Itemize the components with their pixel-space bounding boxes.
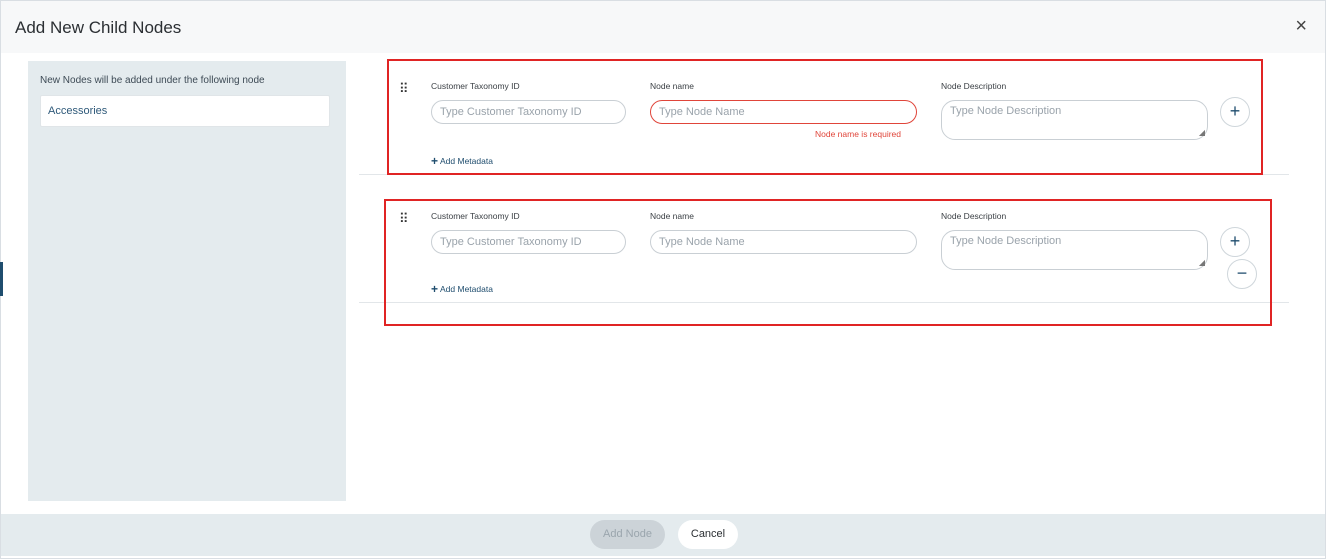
- row-2-highlight: [384, 199, 1272, 326]
- add-node-button[interactable]: Add Node: [590, 520, 665, 549]
- dialog-header: Add New Child Nodes ×: [1, 1, 1325, 53]
- background-edge: [0, 262, 3, 296]
- parent-node-value: Accessories: [48, 105, 108, 117]
- row-1-highlight: [387, 59, 1263, 175]
- close-icon[interactable]: ×: [1295, 16, 1307, 36]
- cancel-button[interactable]: Cancel: [678, 520, 738, 549]
- parent-node-label: New Nodes will be added under the follow…: [40, 75, 265, 86]
- parent-node-panel: New Nodes will be added under the follow…: [28, 61, 346, 501]
- add-child-nodes-dialog: Add New Child Nodes × New Nodes will be …: [0, 0, 1326, 559]
- dialog-title: Add New Child Nodes: [15, 18, 182, 37]
- dialog-footer: Add Node Cancel: [1, 514, 1325, 556]
- parent-node-box: Accessories: [40, 95, 330, 127]
